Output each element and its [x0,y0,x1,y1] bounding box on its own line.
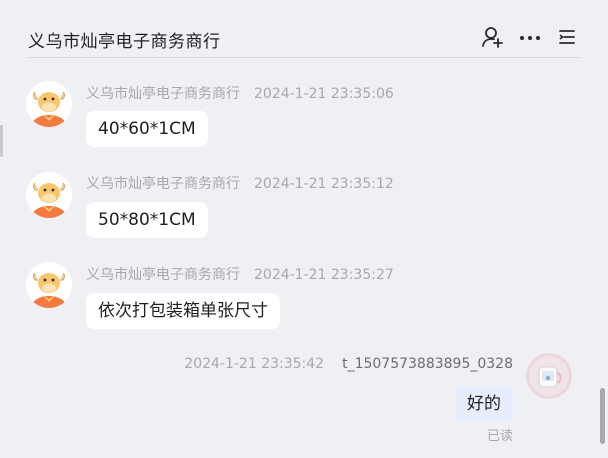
shop-avatar[interactable] [26,172,72,218]
message-meta: 义乌市灿亭电子商务商行 2024-1-21 23:35:12 [86,173,394,193]
shop-avatar[interactable] [26,262,72,308]
menu-list-icon[interactable] [557,26,579,48]
message-bubble[interactable]: 依次打包装箱单张尺寸 [86,293,280,329]
shop-avatar[interactable] [26,81,72,127]
my-username: t_1507573883895_0328 [342,356,513,372]
user-photo-icon [526,353,572,399]
sender-name: 义乌市灿亭电子商务商行 [86,267,240,283]
my-avatar[interactable] [526,353,572,399]
my-message-bubble[interactable]: 好的 [455,386,513,422]
message-meta: 义乌市灿亭电子商务商行 2024-1-21 23:35:27 [86,264,394,284]
add-person-icon[interactable] [481,26,503,48]
resize-handle[interactable] [0,125,3,157]
message-bubble[interactable]: 50*80*1CM [86,202,208,238]
message-time: 2024-1-21 23:35:27 [254,267,394,283]
bull-mascot-icon [26,262,72,308]
message-bubble[interactable]: 40*60*1CM [86,111,208,147]
message-time: 2024-1-21 23:35:06 [254,86,394,102]
bull-mascot-icon [26,81,72,127]
my-message-meta: 2024-1-21 23:35:42 t_1507573883895_0328 [184,356,513,372]
chat-title: 义乌市灿亭电子商务商行 [28,32,221,52]
sender-name: 义乌市灿亭电子商务商行 [86,176,240,192]
chat-header: 义乌市灿亭电子商务商行 [0,0,608,58]
scrollbar-thumb[interactable] [600,388,605,444]
read-status: 已读 [486,429,513,444]
message-meta: 义乌市灿亭电子商务商行 2024-1-21 23:35:06 [86,83,394,103]
more-icon[interactable] [519,26,541,48]
sender-name: 义乌市灿亭电子商务商行 [86,86,240,102]
message-time: 2024-1-21 23:35:12 [254,176,394,192]
message-time: 2024-1-21 23:35:42 [184,356,325,372]
header-divider [28,57,580,58]
bull-mascot-icon [26,172,72,218]
